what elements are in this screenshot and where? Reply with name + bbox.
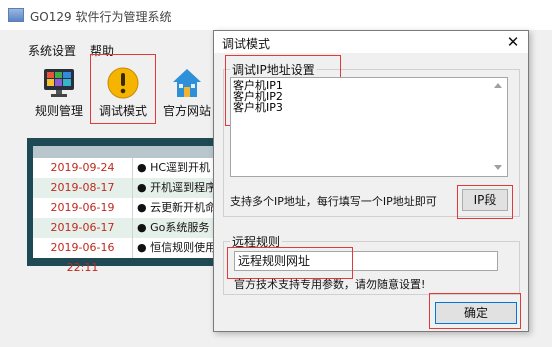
table-row[interactable]: 2019-06-16 22:11 ● 恒信规则使用 [33,238,224,274]
scroll-down-icon[interactable] [494,165,502,170]
row-date: 2019-06-17 12:18 [33,218,133,254]
main-window-title: GO129 软件行为管理系统 [30,10,172,24]
monitor-icon [44,69,74,97]
row-text: ● 恒信规则使用 [133,238,224,258]
remote-rule-highlight [227,247,353,279]
row-date: 2019-08-17 12:10 [33,178,133,214]
table-row[interactable]: 2019-06-17 12:18 ● Go系统服务 [33,218,224,254]
row-text: ● Go系统服务 [133,218,224,238]
log-panel: 2019-09-24 14:20 ● HC逕到开机 2019-08-17 12:… [27,138,224,274]
remote-rule-note: 官方技术支持专用参数，请勿随意设置! [234,278,426,291]
ip-hint-text: 支持多个IP地址，每行填写一个IP地址即可 [230,195,437,208]
app-icon [8,8,24,22]
rules-manage-button[interactable]: 规则管理 [28,60,90,126]
debug-mode-highlight [90,54,156,124]
row-date: 2019-06-19 18:30 [33,198,133,234]
row-text: ● 云更新开机命 [133,198,224,218]
dialog-title: 调试模式 [222,37,271,51]
scroll-up-icon[interactable] [494,83,502,88]
main-titlebar: GO129 软件行为管理系统 [0,0,552,30]
debug-mode-dialog: 调试模式 ✕ 调试IP地址设置 客户机IP1 客户机IP2 客户机IP3 支持多… [213,30,529,332]
ip-range-highlight [457,185,513,219]
row-text: ● 开机逕到程序 [133,178,224,198]
ok-button-highlight [429,293,521,329]
table-row[interactable]: 2019-08-17 12:10 ● 开机逕到程序 [33,178,224,214]
table-row[interactable]: 2019-06-19 18:30 ● 云更新开机命 [33,198,224,234]
home-icon [173,69,201,97]
rules-manage-label: 规则管理 [34,104,83,118]
row-text: ● HC逕到开机 [133,158,224,178]
dialog-titlebar: 调试模式 ✕ [214,31,528,53]
official-site-label: 官方网站 [162,104,211,118]
menu-system-settings[interactable]: 系统设置 [28,42,76,59]
official-site-button[interactable]: 官方网站 [156,60,218,126]
table-row[interactable]: 2019-09-24 14:20 ● HC逕到开机 [33,158,224,194]
row-date: 2019-06-16 22:11 [33,238,133,274]
ip-address-textarea[interactable]: 客户机IP1 客户机IP2 客户机IP3 [230,77,508,177]
close-icon[interactable]: ✕ [499,32,527,52]
row-date: 2019-09-24 14:20 [33,158,133,194]
